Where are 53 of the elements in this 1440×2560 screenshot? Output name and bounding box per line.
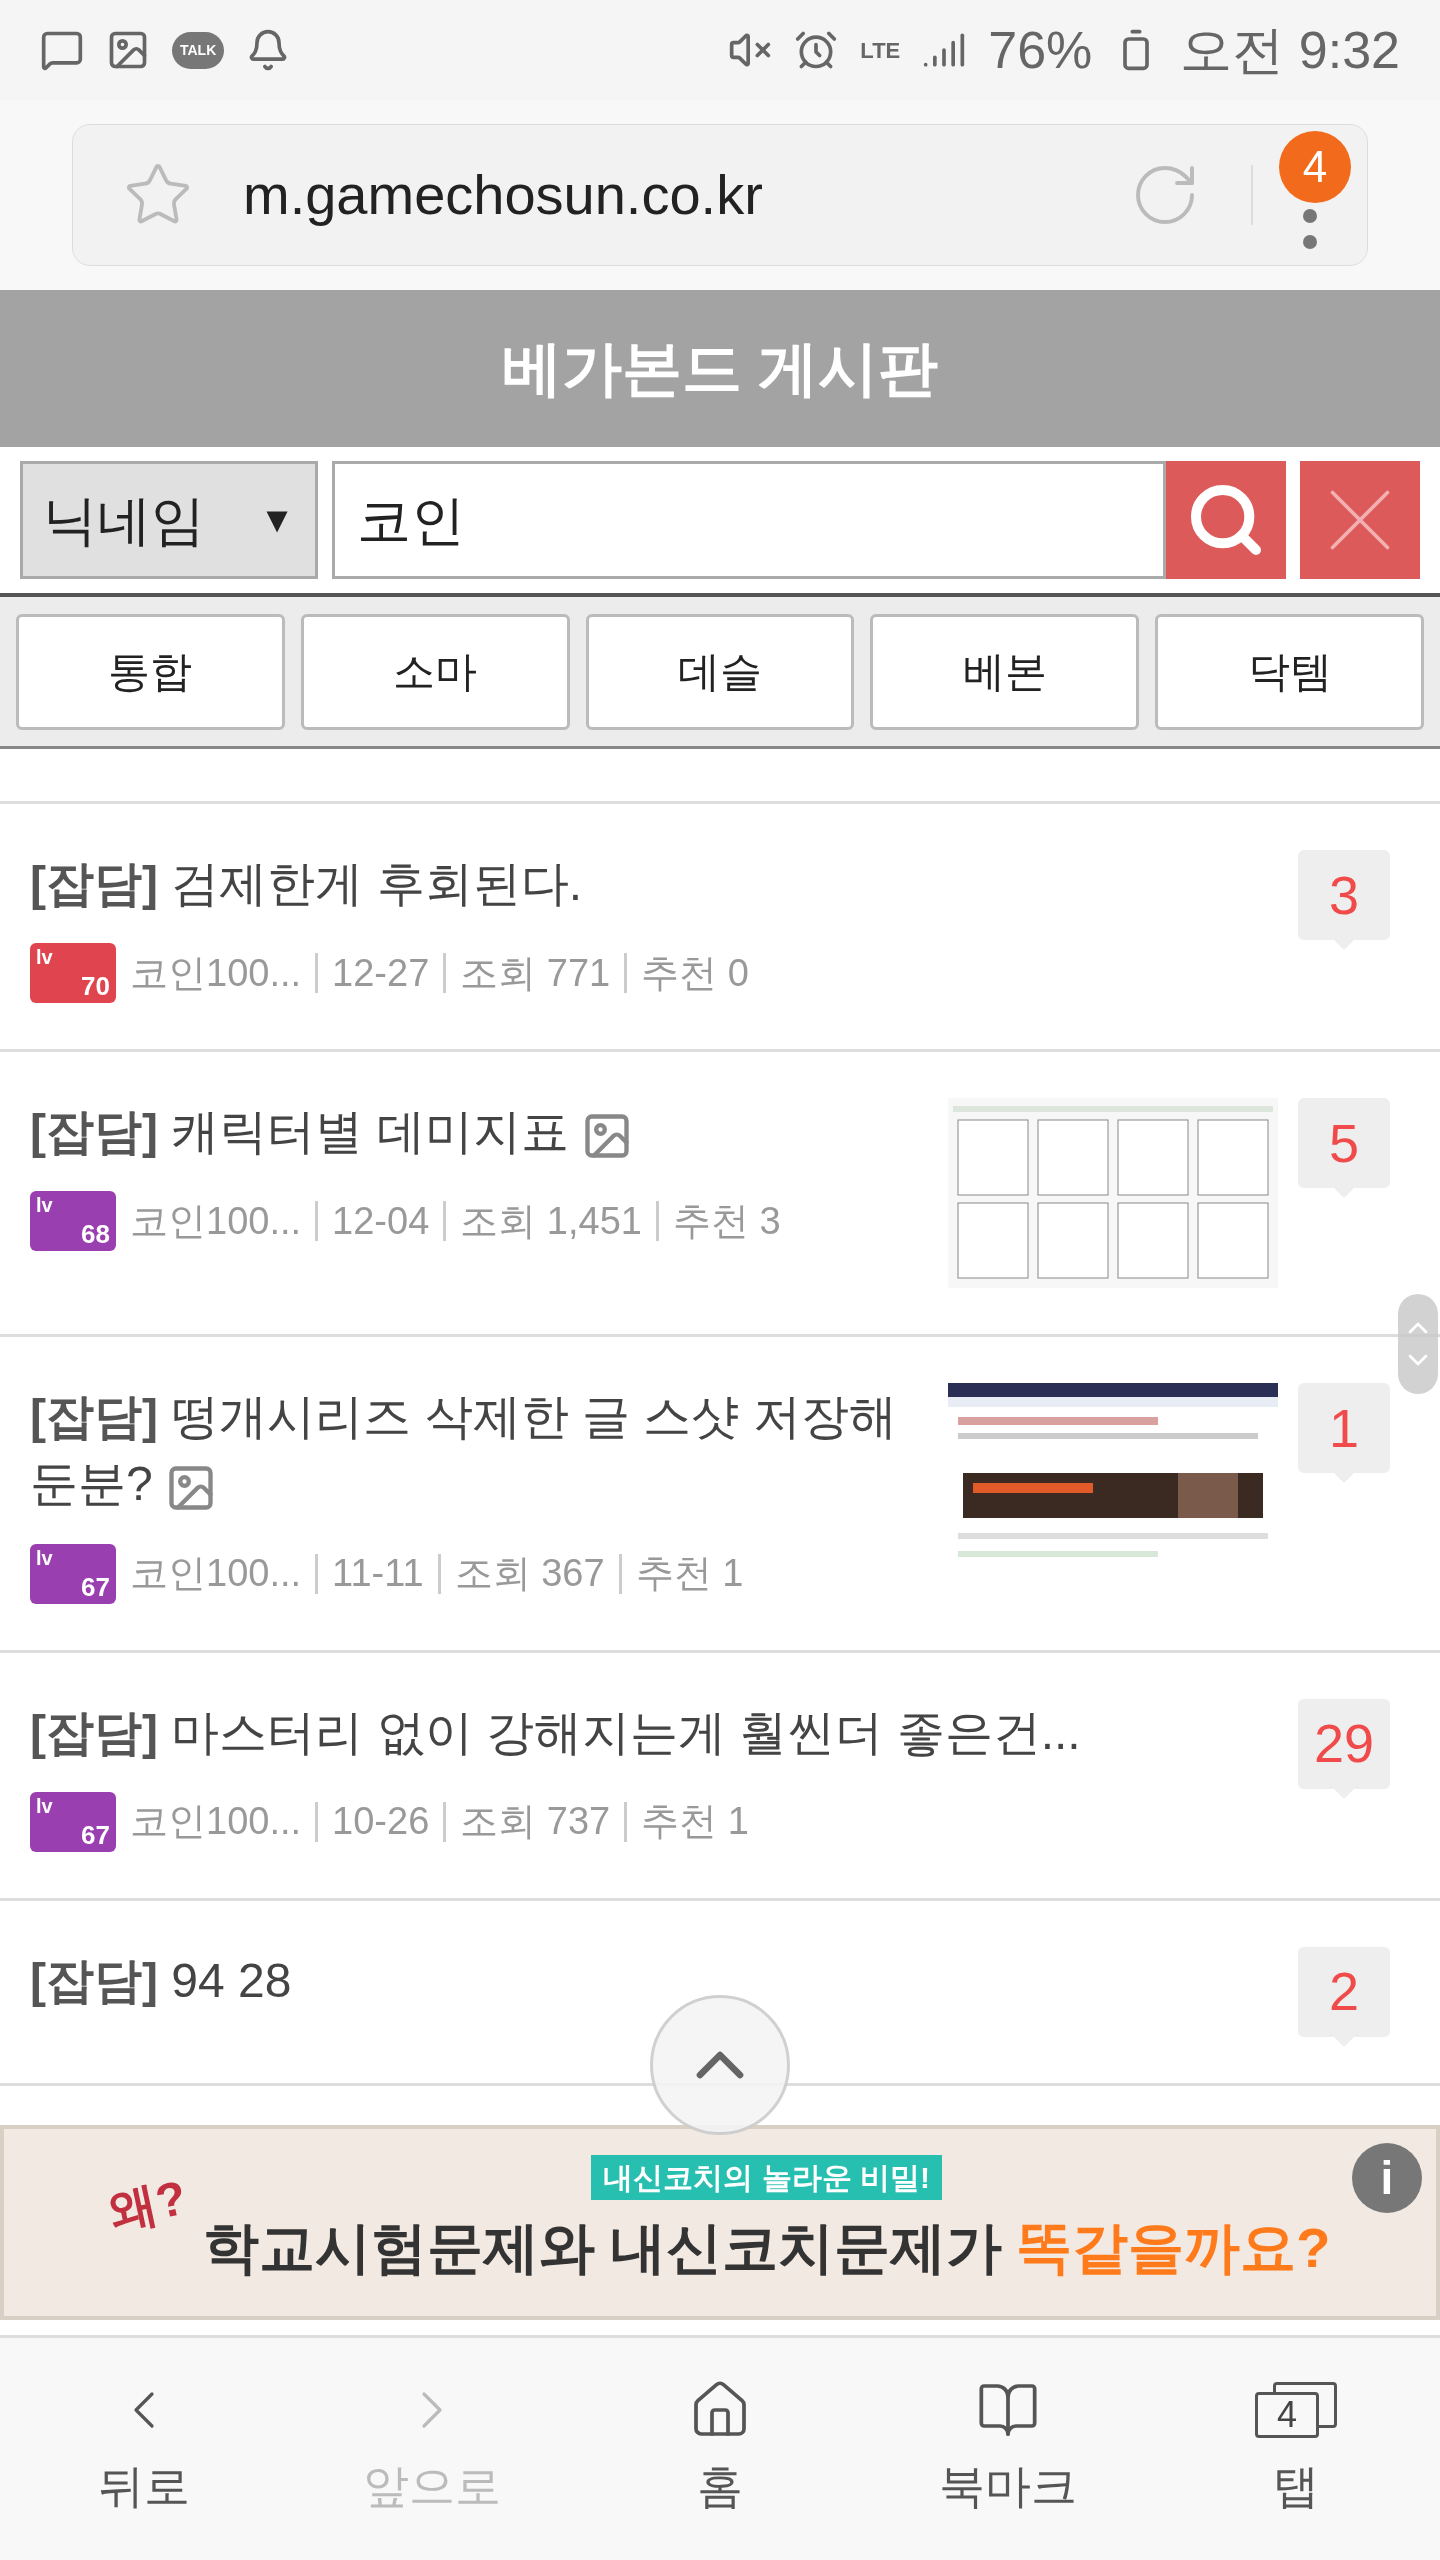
url-text: m.gamechosun.co.kr bbox=[243, 162, 764, 228]
like-count: 추천 1 bbox=[641, 1799, 749, 1845]
post-title[interactable]: [잡담] 94 28 bbox=[30, 1946, 1278, 2014]
ad-highlight: 똑같을까요? bbox=[1016, 2215, 1331, 2281]
nav-button[interactable]: 북마크 bbox=[898, 2377, 1118, 2521]
level-badge: lv 70 bbox=[30, 943, 116, 1004]
like-count: 추천 0 bbox=[641, 950, 749, 996]
post-title[interactable]: [잡담] 검제한게 후회된다. bbox=[30, 850, 1278, 918]
level-badge: lv 68 bbox=[30, 1191, 116, 1252]
notification-badge: 4 bbox=[1279, 131, 1351, 203]
post-title[interactable]: [잡담] 캐릭터별 데미지표 bbox=[30, 1098, 928, 1166]
author-name: 코인100... bbox=[130, 950, 302, 996]
scroll-control[interactable] bbox=[1398, 1294, 1438, 1394]
search-type-select[interactable]: 닉네임 ▼ bbox=[20, 461, 318, 579]
ad-question: 왜? bbox=[103, 2169, 193, 2241]
like-count: 추천 1 bbox=[635, 1551, 744, 1597]
like-count: 추천 3 bbox=[672, 1198, 781, 1244]
page-title: 베가본드 게시판 bbox=[0, 290, 1440, 447]
category-tab[interactable]: 데슬 bbox=[585, 613, 855, 730]
nav-button[interactable]: 뒤로 bbox=[34, 2377, 254, 2521]
category-tab[interactable]: 소마 bbox=[300, 613, 570, 730]
author-name: 코인100... bbox=[130, 1198, 302, 1244]
post-date: 12-27 bbox=[332, 950, 430, 996]
post-date: 11-11 bbox=[332, 1551, 424, 1597]
author-name: 코인100... bbox=[130, 1551, 302, 1597]
nav-button[interactable]: 4 탭 bbox=[1186, 2377, 1406, 2521]
post-date: 10-26 bbox=[332, 1799, 430, 1845]
author-name: 코인100... bbox=[130, 1799, 302, 1845]
clock: 오전 9:32 bbox=[1180, 20, 1400, 81]
search-button[interactable] bbox=[1166, 461, 1286, 579]
category-tab[interactable]: 닥템 bbox=[1155, 613, 1424, 730]
search-field[interactable]: 코인 bbox=[332, 461, 1166, 579]
ad-headline: 학교시험문제와 내신코치문제가 bbox=[202, 2215, 1003, 2281]
view-count: 조회 367 bbox=[454, 1551, 605, 1597]
view-count: 조회 737 bbox=[460, 1799, 611, 1845]
level-badge: lv 67 bbox=[30, 1543, 116, 1604]
view-count: 조회 771 bbox=[460, 950, 611, 996]
category-tab[interactable]: 통합 bbox=[16, 613, 285, 730]
category-tab[interactable]: 베본 bbox=[870, 613, 1140, 730]
level-badge: lv 67 bbox=[30, 1791, 116, 1852]
ad-kicker: 내신코치의 놀라운 비밀! bbox=[591, 2155, 942, 2200]
address-bar[interactable]: m.gamechosun.co.kr 4 bbox=[72, 124, 1368, 266]
nav-button[interactable]: 홈 bbox=[610, 2377, 830, 2521]
view-count: 조회 1,451 bbox=[460, 1198, 642, 1244]
clear-button[interactable] bbox=[1300, 461, 1420, 579]
post-title[interactable]: [잡담] 마스터리 없이 강해지는게 훨씬더 좋은건... bbox=[30, 1698, 1278, 1766]
battery-percent: 76% bbox=[988, 20, 1093, 81]
info-icon[interactable]: i bbox=[1352, 2143, 1422, 2213]
post-date: 12-04 bbox=[332, 1198, 430, 1244]
post-title[interactable]: [잡담] 떵개시리즈 삭제한 글 스샷 저장해 둔분? bbox=[30, 1383, 928, 1518]
more-icon[interactable] bbox=[1303, 209, 1317, 249]
talk-icon: TALK bbox=[172, 31, 225, 69]
network-label: LTE bbox=[860, 36, 901, 65]
